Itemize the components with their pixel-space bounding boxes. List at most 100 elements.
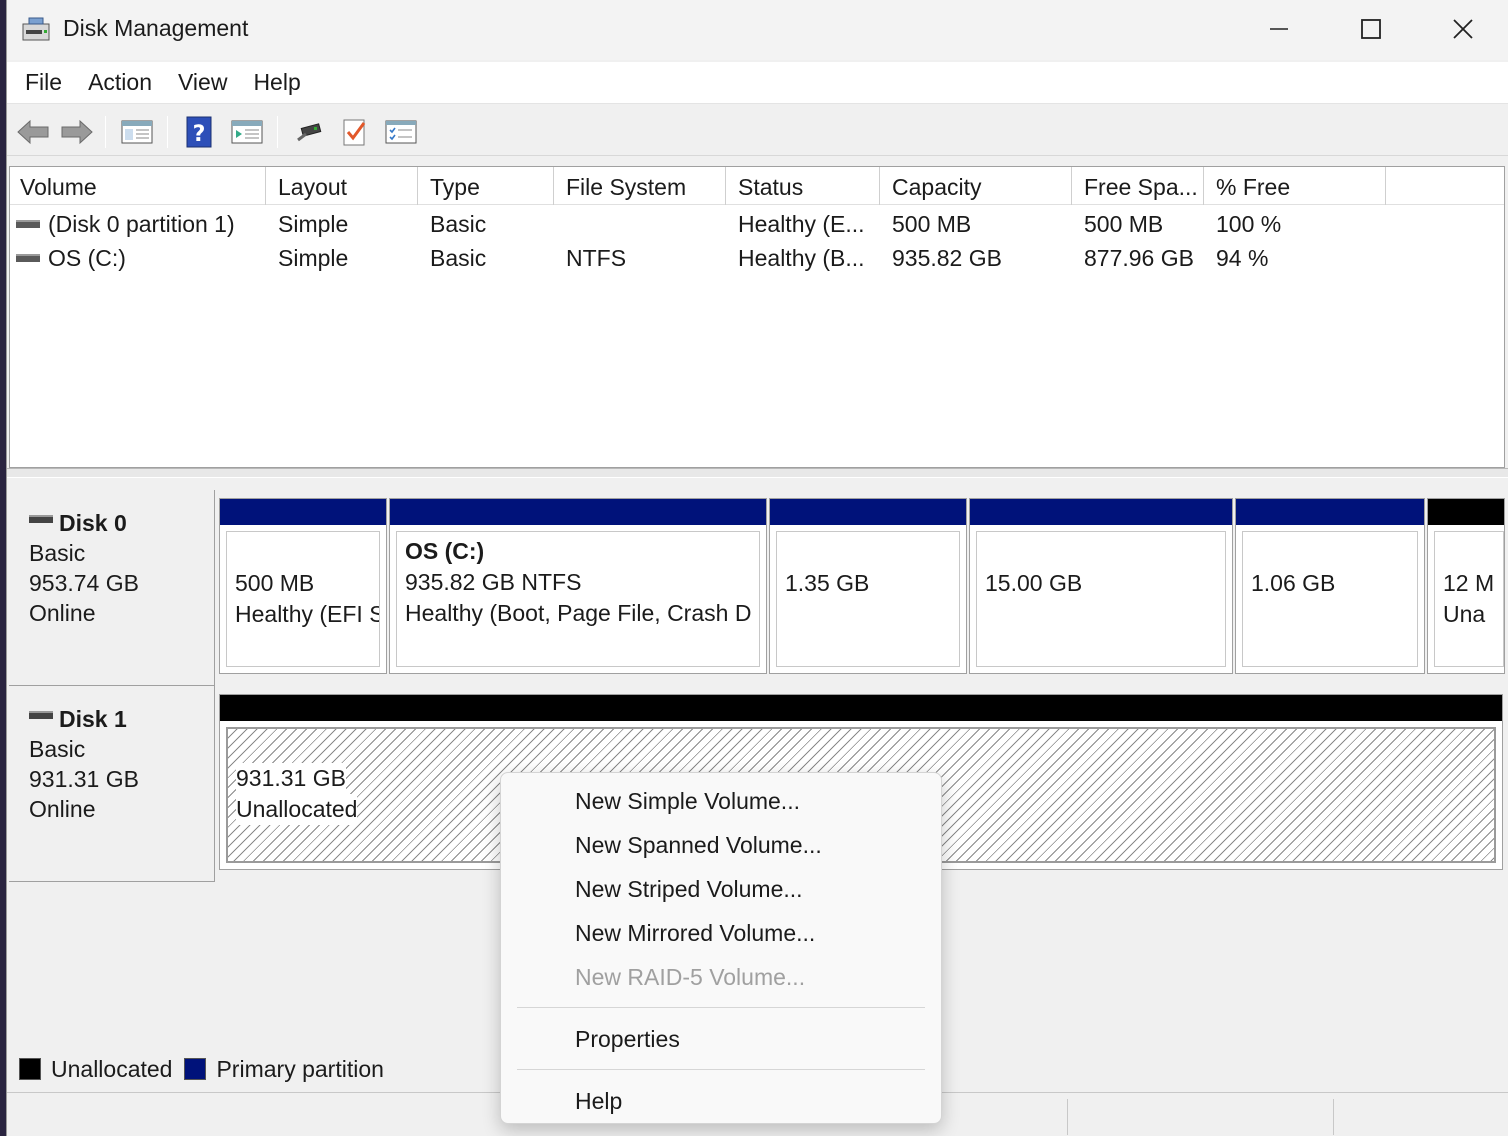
disk-1-label[interactable]: Disk 1 Basic 931.31 GB Online [9, 686, 215, 882]
toolbar-separator [167, 116, 168, 148]
status-divider [1333, 1099, 1334, 1135]
partition-size: 1.35 GB [785, 570, 870, 596]
table-row[interactable]: OS (C:) Simple Basic NTFS Healthy (B... … [10, 241, 1504, 275]
disk-name: Disk 1 [59, 706, 127, 732]
cell-volume: (Disk 0 partition 1) [10, 207, 268, 241]
cell-capacity: 500 MB [892, 211, 972, 237]
partition-unallocated-small[interactable]: 12 M Una [1427, 498, 1505, 674]
cell-percent-free: 100 % [1216, 211, 1282, 237]
connect-button[interactable] [291, 115, 327, 149]
legend-label-unallocated: Unallocated [51, 1055, 173, 1082]
partition-os-c[interactable]: OS (C:) 935.82 GB NTFS Healthy (Boot, Pa… [389, 498, 767, 674]
volume-name: OS (C:) [48, 245, 126, 271]
primary-partition-bar [220, 499, 386, 525]
title-bar: Disk Management [7, 0, 1508, 60]
toolbar-separator [105, 116, 106, 148]
volume-name: (Disk 0 partition 1) [48, 211, 235, 237]
column-header-layout[interactable]: Layout [268, 167, 418, 205]
volume-icon [16, 253, 40, 262]
legend-label-primary: Primary partition [216, 1055, 384, 1082]
status-divider [1067, 1099, 1068, 1135]
properties-list-button[interactable] [383, 115, 419, 149]
partition-recovery-1[interactable]: 1.35 GB [769, 498, 967, 674]
disk-icon [29, 515, 53, 523]
svg-text:?: ? [193, 122, 206, 147]
disk-type: Basic [29, 540, 86, 566]
column-header-type[interactable]: Type [420, 167, 554, 205]
back-arrow-icon [17, 119, 49, 145]
volume-list: Volume Layout Type File System Status Ca… [9, 166, 1505, 468]
forward-button[interactable] [59, 115, 95, 149]
partition-size: 1.06 GB [1251, 570, 1336, 596]
partition-size: 931.31 GB [236, 763, 346, 794]
menu-action[interactable]: Action [78, 69, 168, 96]
context-menu: New Simple Volume... New Spanned Volume.… [500, 772, 942, 1124]
menu-help[interactable]: Help [243, 69, 316, 96]
partition-title: OS (C:) [405, 538, 485, 564]
close-button[interactable] [1417, 0, 1508, 58]
column-header-free-space[interactable]: Free Spa... [1074, 167, 1204, 205]
cell-free-space: 877.96 GB [1084, 245, 1194, 271]
partition-efi[interactable]: 500 MB Healthy (EFI S [219, 498, 387, 674]
partition-status: Una [1443, 601, 1486, 627]
cell-file-system: NTFS [566, 245, 627, 271]
column-header-file-system[interactable]: File System [556, 167, 726, 205]
forward-arrow-icon [61, 119, 93, 145]
disk-state: Online [29, 600, 96, 626]
menu-item-new-spanned-volume[interactable]: New Spanned Volume... [501, 825, 941, 865]
menu-item-help[interactable]: Help [501, 1081, 941, 1121]
column-header-capacity[interactable]: Capacity [882, 167, 1072, 205]
disk-0-label[interactable]: Disk 0 Basic 953.74 GB Online [9, 490, 215, 686]
partition-status: Healthy (Boot, Page File, Crash D [405, 600, 752, 626]
primary-partition-bar [970, 499, 1232, 525]
cell-status: Healthy (E... [738, 211, 865, 237]
disk-size: 931.31 GB [29, 766, 139, 792]
partition-recovery-3[interactable]: 1.06 GB [1235, 498, 1425, 674]
primary-partition-bar [1236, 499, 1424, 525]
primary-partition-bar [770, 499, 966, 525]
partition-status: Healthy (EFI S [235, 601, 380, 627]
primary-partition-bar [390, 499, 766, 525]
legend-swatch-primary [184, 1058, 207, 1080]
column-header-percent-free[interactable]: % Free [1206, 167, 1386, 205]
unallocated-bar [220, 695, 1502, 721]
show-hide-console-tree-button[interactable] [119, 115, 155, 149]
maximize-icon [1361, 19, 1381, 39]
minimize-button[interactable] [1233, 0, 1325, 58]
partition-size: 15.00 GB [985, 570, 1083, 596]
help-icon: ? [186, 116, 212, 148]
show-hide-action-pane-button[interactable] [229, 115, 265, 149]
cell-layout: Simple [278, 211, 349, 237]
close-icon [1453, 19, 1473, 39]
back-button[interactable] [15, 115, 51, 149]
menu-view[interactable]: View [168, 69, 243, 96]
legend: Unallocated Primary partition [19, 1052, 384, 1086]
cell-percent-free: 94 % [1216, 245, 1269, 271]
volume-icon [16, 219, 40, 228]
partition-recovery-2[interactable]: 15.00 GB [969, 498, 1233, 674]
volume-list-header: Volume Layout Type File System Status Ca… [10, 167, 1504, 205]
help-button[interactable]: ? [181, 115, 217, 149]
cell-status: Healthy (B... [738, 245, 865, 271]
column-header-volume[interactable]: Volume [10, 167, 266, 205]
disk-state: Online [29, 796, 96, 822]
check-button[interactable] [337, 115, 373, 149]
cell-capacity: 935.82 GB [892, 245, 1002, 271]
cell-volume: OS (C:) [10, 241, 268, 275]
cell-type: Basic [430, 211, 487, 237]
partition-status: Unallocated [236, 794, 358, 825]
maximize-button[interactable] [1325, 0, 1417, 58]
disk-management-icon [21, 16, 51, 44]
window-title: Disk Management [63, 15, 249, 41]
properties-list-icon [385, 120, 417, 144]
partition-size: 935.82 GB NTFS [405, 569, 582, 595]
table-row[interactable]: (Disk 0 partition 1) Simple Basic Health… [10, 207, 1504, 241]
column-header-status[interactable]: Status [728, 167, 880, 205]
minimize-icon [1270, 28, 1288, 30]
menu-item-new-simple-volume[interactable]: New Simple Volume... [501, 781, 941, 821]
pane-splitter[interactable] [7, 468, 1508, 478]
menu-item-new-mirrored-volume[interactable]: New Mirrored Volume... [501, 913, 941, 953]
menu-file[interactable]: File [15, 69, 78, 96]
menu-item-properties[interactable]: Properties [501, 1019, 941, 1059]
menu-item-new-striped-volume[interactable]: New Striped Volume... [501, 869, 941, 909]
